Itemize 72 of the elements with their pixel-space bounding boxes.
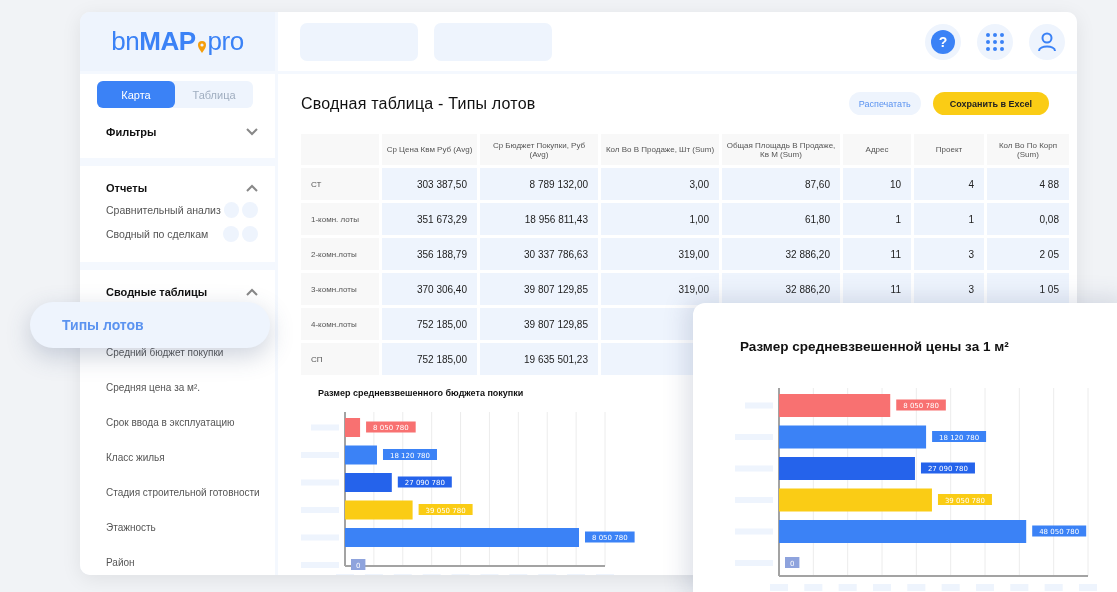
table-cell: 32 886,20: [722, 238, 840, 270]
table-cell: 351 673,29: [382, 203, 477, 235]
chart-title: Размер средневзвешенного бюджета покупки: [318, 388, 525, 398]
chevron-up-icon[interactable]: [246, 184, 258, 192]
user-button[interactable]: [1029, 23, 1065, 60]
row-label: СП: [301, 343, 379, 375]
map-pin-icon: [196, 39, 207, 54]
sidebar-item[interactable]: Район: [106, 557, 135, 569]
table-cell: 356 188,79: [382, 238, 477, 270]
column-header: Кол Во В Продаже, Шт (Sum): [601, 134, 719, 165]
table-cell: 752 185,00: [382, 343, 477, 375]
sidebar-item[interactable]: Стадия строительной готовности: [106, 487, 260, 499]
section-title[interactable]: Фильтры: [106, 126, 157, 138]
column-header: Кол Во По Корп (Sum): [987, 134, 1069, 165]
table-cell: 303 387,50: [382, 168, 477, 200]
row-label: 4-комн.лоты: [301, 308, 379, 340]
table-cell: 19 635 501,23: [480, 343, 598, 375]
table-cell: 2 05: [987, 238, 1069, 270]
table-cell: 10: [843, 168, 911, 200]
table-cell: 3,00: [601, 168, 719, 200]
table-cell: 18 956 811,43: [480, 203, 598, 235]
column-header: Проект: [914, 134, 984, 165]
help-button[interactable]: ?: [925, 23, 961, 60]
table-cell: 370 306,40: [382, 273, 477, 305]
row-label: СТ: [301, 168, 379, 200]
sidebar-item[interactable]: Этажность: [106, 522, 156, 534]
column-header: Ср Бюджет Покупки, Руб (Avg): [480, 134, 598, 165]
user-icon: [1038, 31, 1056, 52]
table-cell: 39 807 129,85: [480, 273, 598, 305]
save-button[interactable]: Сохранить в Excel: [932, 92, 1049, 115]
sidebar-item[interactable]: Класс жилья: [106, 452, 165, 464]
table-cell: 3: [914, 238, 984, 270]
chart-title: Размер средневзвешенной цены за 1 м²: [740, 339, 1010, 354]
section-title[interactable]: Отчеты: [106, 182, 148, 194]
report-link[interactable]: Сравнительный анализ: [106, 204, 221, 216]
page-title: Сводная таблица - Типы лотов: [301, 94, 537, 113]
column-header: Общая Площадь В Продаже, Кв М (Sum): [722, 134, 840, 165]
column-header: Адрес: [843, 134, 911, 165]
row-label: 2-комн.лоты: [301, 238, 379, 270]
sidebar-item[interactable]: Срок ввода в эксплуатацию: [106, 417, 235, 429]
column-header: Ср Цена Квм Руб (Avg): [382, 134, 477, 165]
table-cell: 11: [843, 273, 911, 305]
table-cell: 319,00: [601, 273, 719, 305]
table-cell: 87,60: [722, 168, 840, 200]
logo: bnMAP pro: [80, 12, 275, 71]
table-cell: 3: [914, 273, 984, 305]
sidebar-item[interactable]: Средний бюджет покупки: [106, 347, 224, 359]
sidebar-item[interactable]: Средняя цена за м².: [106, 382, 201, 394]
table-cell: 4: [914, 168, 984, 200]
row-label: 1-комн. лоты: [301, 203, 379, 235]
table-cell: 61,80: [722, 203, 840, 235]
table-cell: 32 886,20: [722, 273, 840, 305]
view-tab[interactable]: Карта: [97, 81, 175, 108]
table-cell: 0,08: [987, 203, 1069, 235]
table-cell: 1: [843, 203, 911, 235]
report-link[interactable]: Сводный по сделкам: [106, 228, 220, 240]
apps-grid-button[interactable]: [977, 23, 1013, 60]
table-cell: 4 88: [987, 168, 1069, 200]
table-cell: 39 807 129,85: [480, 308, 598, 340]
table-cell: 1 05: [987, 273, 1069, 305]
table-cell: 11: [843, 238, 911, 270]
section-title[interactable]: Сводные таблицы: [106, 286, 208, 298]
table-cell: 1,00: [601, 203, 719, 235]
table-cell: 752 185,00: [382, 308, 477, 340]
row-label: 3-комн.лоты: [301, 273, 379, 305]
table-cell: 1: [914, 203, 984, 235]
table-cell: 8 789 132,00: [480, 168, 598, 200]
table-cell: 30 337 786,63: [480, 238, 598, 270]
chevron-down-icon[interactable]: [246, 128, 258, 136]
chevron-up-icon[interactable]: [246, 288, 258, 296]
grid-dots-icon: [986, 32, 1004, 51]
table-cell: 319,00: [601, 238, 719, 270]
